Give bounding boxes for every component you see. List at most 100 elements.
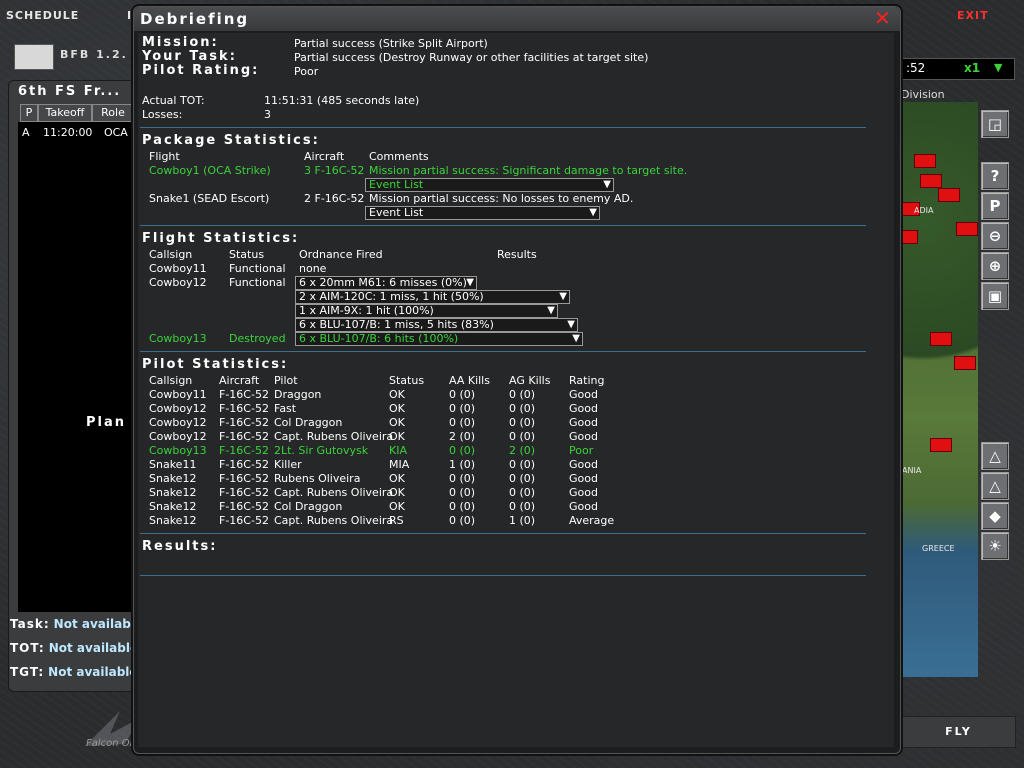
fly-button[interactable]: FLY <box>901 716 1016 748</box>
pilot-status: MIA <box>389 458 410 471</box>
pilot-status: OK <box>389 500 405 513</box>
results-title: Results: <box>142 539 218 554</box>
flight-header-status: Status <box>229 248 265 261</box>
pilot-aa-kills: 0 (0) <box>449 444 476 457</box>
fit-map-icon[interactable]: ▣ <box>981 282 1009 310</box>
chevron-down-icon[interactable]: ▼ <box>559 291 567 303</box>
pilot-rating: Good <box>569 500 598 513</box>
map-unit-icon[interactable] <box>930 332 952 346</box>
pilot-status: OK <box>389 416 405 429</box>
pilot-aa-kills: 0 (0) <box>449 388 476 401</box>
chevron-down-icon[interactable]: ▼ <box>572 333 580 345</box>
your-task-label: Your Task: <box>142 49 237 64</box>
pilot-aircraft: F-16C-52 <box>219 444 269 457</box>
map-unit-icon[interactable] <box>930 438 952 452</box>
package-row-flight[interactable]: Cowboy1 (OCA Strike) <box>149 164 271 177</box>
schedule-header-takeoff[interactable]: Takeoff <box>38 104 92 122</box>
flight-row-status: Functional <box>229 262 286 275</box>
package-row-flight[interactable]: Snake1 (SEAD Escort) <box>149 192 269 205</box>
pilot-aa-kills: 0 (0) <box>449 416 476 429</box>
schedule-header-role[interactable]: Role <box>92 104 134 122</box>
chevron-down-icon[interactable]: ▼ <box>547 305 555 317</box>
debriefing-titlebar[interactable]: Debriefing ✕ <box>134 7 900 31</box>
schedule-row-takeoff: 11:20:00 <box>43 126 93 139</box>
ordnance-dropdown[interactable]: 2 x AIM-120C: 1 miss, 1 hit (50%) ▼ <box>295 290 570 304</box>
tot-line: TOT: Not available <box>10 641 138 655</box>
pilot-rating: Good <box>569 388 598 401</box>
topbar-tab-partial[interactable]: I <box>127 9 131 22</box>
pilot-ag-kills: 0 (0) <box>509 388 536 401</box>
mission-value: Partial success (Strike Split Airport) <box>294 37 488 50</box>
pilot-aa-kills: 0 (0) <box>449 472 476 485</box>
airbase-icon[interactable]: ◆ <box>981 502 1009 530</box>
pilot-header-aircraft: Aircraft <box>219 374 260 387</box>
event-list-dropdown[interactable]: Event List ▼ <box>365 178 614 192</box>
ordnance-dropdown[interactable]: 1 x AIM-9X: 1 hit (100%) ▼ <box>295 304 558 318</box>
map-unit-icon[interactable] <box>900 230 918 244</box>
package-statistics-title: Package Statistics: <box>142 133 320 148</box>
schedule-tab[interactable]: SCHEDULE <box>6 9 79 22</box>
chevron-down-icon[interactable]: ▼ <box>567 319 575 331</box>
pilot-rating-label: Pilot Rating: <box>142 63 260 78</box>
resize-icon[interactable]: ◲ <box>981 110 1009 138</box>
debriefing-title: Debriefing <box>140 10 250 28</box>
chevron-down-icon[interactable]: ▼ <box>466 277 474 289</box>
pilot-aircraft: F-16C-52 <box>219 514 269 527</box>
schedule-row[interactable]: A 11:20:00 OCA Str <box>22 126 147 139</box>
schedule-list[interactable]: A 11:20:00 OCA Str <box>18 122 147 612</box>
tot-value: Not available <box>48 641 139 655</box>
zoom-out-icon[interactable]: ⊖ <box>981 222 1009 250</box>
pilot-ag-kills: 0 (0) <box>509 458 536 471</box>
squadron-version-label: BFB 1.2. <box>60 48 128 61</box>
help-icon[interactable]: ? <box>981 162 1009 190</box>
threat-icon[interactable]: △ <box>981 442 1009 470</box>
ordnance-dropdown[interactable]: 6 x BLU-107/B: 1 miss, 5 hits (83%) ▼ <box>295 318 578 332</box>
pilot-ag-kills: 0 (0) <box>509 430 536 443</box>
chevron-down-icon[interactable]: ▼ <box>589 207 597 219</box>
map-label: ADIA <box>914 206 934 215</box>
event-list-label: Event List <box>369 206 424 219</box>
map-unit-icon[interactable] <box>914 154 936 168</box>
pilot-rating: Good <box>569 472 598 485</box>
pilot-header-ag-kills: AG Kills <box>509 374 551 387</box>
zoom-in-icon[interactable]: ⊕ <box>981 252 1009 280</box>
clock-time: :52 <box>906 61 926 75</box>
pilot-ag-kills: 0 (0) <box>509 472 536 485</box>
threat-ring-icon[interactable]: △ <box>981 472 1009 500</box>
separator <box>140 225 866 226</box>
package-row-comment: Mission partial success: No losses to en… <box>369 192 634 205</box>
pilot-header-rating: Rating <box>569 374 605 387</box>
map-unit-icon[interactable] <box>920 174 942 188</box>
map-unit-icon[interactable] <box>956 222 978 236</box>
chevron-down-icon[interactable]: ▼ <box>603 179 611 191</box>
map-unit-icon[interactable] <box>938 188 960 202</box>
task-value: Not available <box>53 617 144 631</box>
weather-icon[interactable]: ☀ <box>981 532 1009 560</box>
chevron-down-icon[interactable]: ▼ <box>994 61 1002 74</box>
pilot-name: Capt. Rubens Oliveira <box>274 486 394 499</box>
pilot-name: Killer <box>274 458 302 471</box>
pilot-aa-kills: 2 (0) <box>449 430 476 443</box>
pilot-name: Col Draggon <box>274 500 343 513</box>
pilot-callsign: Snake12 <box>149 514 197 527</box>
pilot-name: Fast <box>274 402 297 415</box>
event-list-dropdown[interactable]: Event List ▼ <box>365 206 600 220</box>
package-header-aircraft: Aircraft <box>304 150 345 163</box>
pilot-aa-kills: 0 (0) <box>449 514 476 527</box>
ordnance-dropdown[interactable]: 6 x 20mm M61: 6 misses (0%) ▼ <box>295 276 477 290</box>
schedule-header-p[interactable]: P <box>20 104 38 122</box>
campaign-map[interactable]: ADIA ANIA GREECE <box>900 102 978 677</box>
close-icon[interactable]: ✕ <box>874 8 891 28</box>
actual-tot-label: Actual TOT: <box>142 94 205 107</box>
task-line: Task: Not available <box>10 617 143 631</box>
map-unit-icon[interactable] <box>954 356 976 370</box>
debriefing-body: Mission: Your Task: Pilot Rating: Partia… <box>138 33 894 747</box>
pilot-aa-kills: 0 (0) <box>449 402 476 415</box>
ordnance-result: 2 x AIM-120C: 1 miss, 1 hit (50%) <box>299 290 484 303</box>
ordnance-dropdown[interactable]: 6 x BLU-107/B: 6 hits (100%) ▼ <box>295 332 583 346</box>
pilot-status: RS <box>389 514 404 527</box>
exit-button[interactable]: EXIT <box>957 9 989 22</box>
flight-row-status: Functional <box>229 276 286 289</box>
pilot-aircraft: F-16C-52 <box>219 430 269 443</box>
parking-icon[interactable]: P <box>981 192 1009 220</box>
